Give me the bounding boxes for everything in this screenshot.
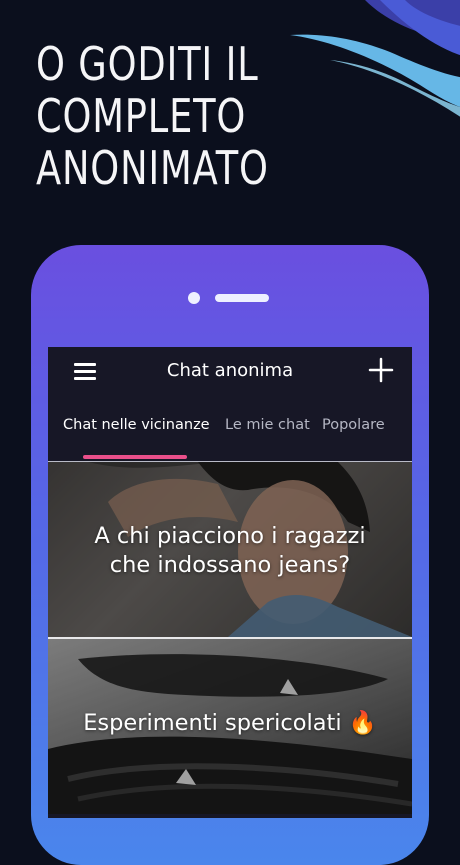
app-title: Chat anonima bbox=[166, 360, 294, 381]
tab-popular[interactable]: Popolare bbox=[322, 417, 385, 433]
chat-card[interactable]: A chi piacciono i ragazzi che indossano … bbox=[48, 462, 412, 637]
card-caption: A chi piacciono i ragazzi che indossano … bbox=[94, 523, 366, 578]
headline-line-3: ANONIMATO bbox=[36, 141, 269, 195]
tab-my-chats[interactable]: Le mie chat bbox=[225, 417, 310, 433]
headline-line-2: COMPLETO bbox=[36, 89, 247, 143]
phone-speaker bbox=[215, 294, 269, 302]
phone-camera bbox=[188, 292, 200, 304]
card-caption: Esperimenti spericolati 🔥 bbox=[83, 710, 377, 736]
active-tab-indicator bbox=[83, 455, 187, 459]
plus-icon[interactable] bbox=[368, 357, 394, 383]
app-bar: Chat anonima bbox=[48, 347, 412, 397]
tab-nearby-chats[interactable]: Chat nelle vicinanze bbox=[63, 417, 210, 433]
chat-card[interactable]: Esperimenti spericolati 🔥 bbox=[48, 639, 412, 814]
headline-line-1: O GODITI IL bbox=[36, 37, 259, 91]
app-screen: Chat anonima Chat nelle vicinanze Le mie… bbox=[48, 347, 412, 818]
tab-bar: Chat nelle vicinanze Le mie chat Popolar… bbox=[48, 397, 412, 461]
headline: O GODITI IL COMPLETO ANONIMATO bbox=[36, 38, 327, 194]
